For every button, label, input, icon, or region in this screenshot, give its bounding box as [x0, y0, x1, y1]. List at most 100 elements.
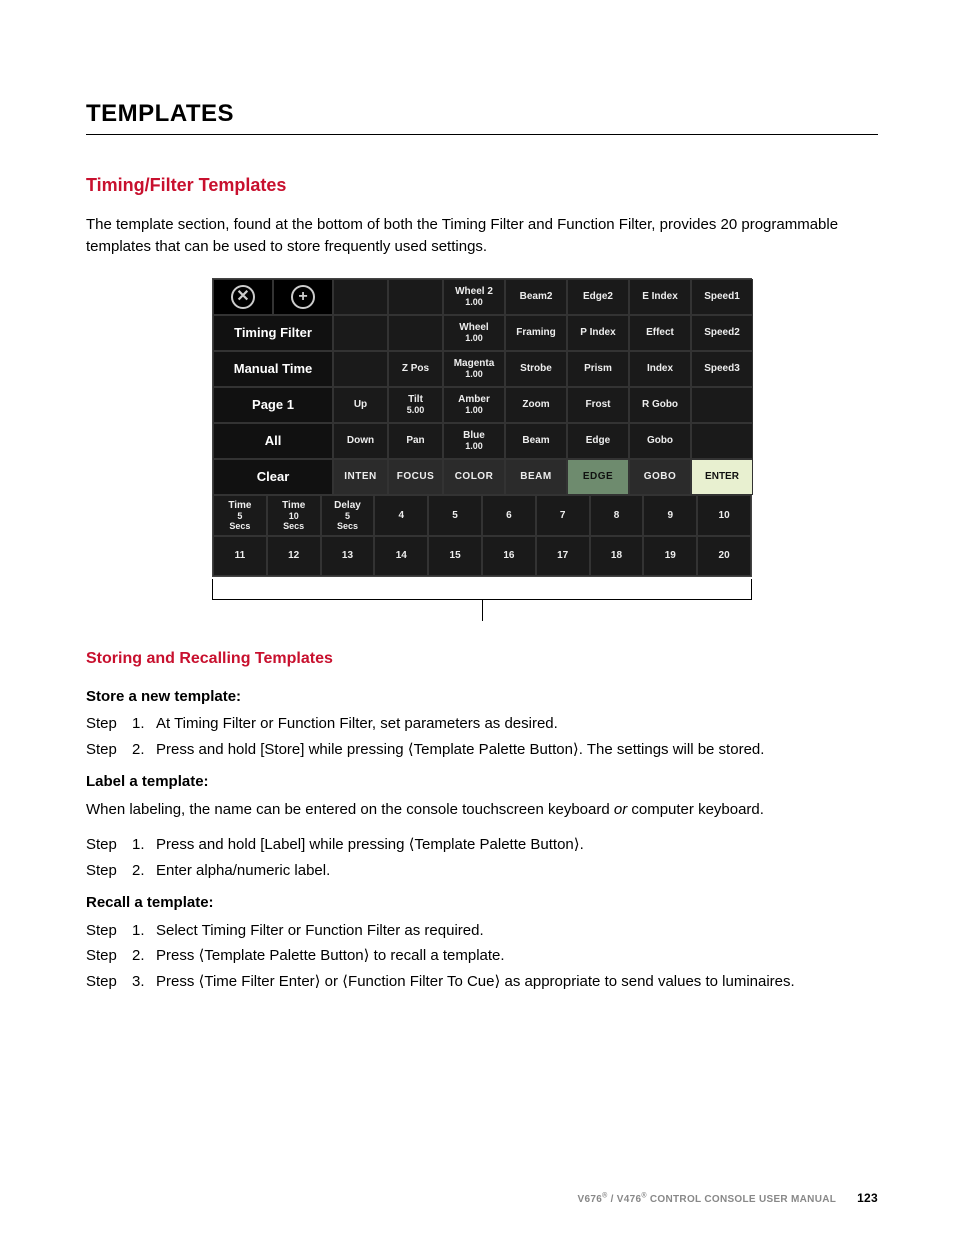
template-button[interactable]: 5	[428, 495, 482, 536]
category-beam[interactable]: BEAM	[505, 459, 567, 495]
recall-step-1: Select Timing Filter or Function Filter …	[156, 920, 484, 942]
timing-filter-label[interactable]: Timing Filter	[213, 315, 333, 351]
step-label: Step	[86, 713, 132, 735]
step-number: 2.	[132, 739, 156, 761]
param-cell[interactable]: Blue1.00	[443, 423, 505, 459]
param-cell[interactable]: Effect	[629, 315, 691, 351]
template-button[interactable]: 16	[482, 536, 536, 576]
param-cell[interactable]: Pan	[388, 423, 443, 459]
param-cell[interactable]: E Index	[629, 279, 691, 315]
heading-rule	[86, 134, 878, 135]
param-cell[interactable]: Zoom	[505, 387, 567, 423]
all-button[interactable]: All	[213, 423, 333, 459]
category-focus[interactable]: FOCUS	[388, 459, 443, 495]
step-label: Step	[86, 945, 132, 967]
label-heading: Label a template:	[86, 771, 878, 793]
param-cell[interactable]	[691, 387, 753, 423]
param-cell[interactable]: P Index	[567, 315, 629, 351]
template-button[interactable]: 4	[374, 495, 428, 536]
timing-filter-panel: ✕+ Wheel 21.00Beam2Edge2E IndexSpeed1 Timi…	[212, 278, 752, 577]
param-cell[interactable]	[333, 351, 388, 387]
template-button[interactable]: 6	[482, 495, 536, 536]
store-heading: Store a new template:	[86, 686, 878, 708]
param-cell[interactable]: Beam	[505, 423, 567, 459]
param-cell[interactable]: R Gobo	[629, 387, 691, 423]
param-cell[interactable]: Beam2	[505, 279, 567, 315]
param-cell[interactable]: Amber1.00	[443, 387, 505, 423]
clear-button[interactable]: Clear	[213, 459, 333, 495]
template-button[interactable]: 9	[643, 495, 697, 536]
param-cell[interactable]	[333, 315, 388, 351]
param-cell[interactable]	[333, 279, 388, 315]
add-icon[interactable]: +	[273, 279, 333, 315]
param-cell[interactable]: Tilt5.00	[388, 387, 443, 423]
template-button[interactable]: 19	[643, 536, 697, 576]
param-cell[interactable]: Index	[629, 351, 691, 387]
param-cell[interactable]: Magenta1.00	[443, 351, 505, 387]
template-button[interactable]: 15	[428, 536, 482, 576]
close-icon[interactable]: ✕	[213, 279, 273, 315]
template-button[interactable]: Time10Secs	[267, 495, 321, 536]
param-cell[interactable]: Edge	[567, 423, 629, 459]
template-button[interactable]: 7	[536, 495, 590, 536]
category-edge[interactable]: EDGE	[567, 459, 629, 495]
param-cell[interactable]: Frost	[567, 387, 629, 423]
param-cell[interactable]	[388, 279, 443, 315]
category-color[interactable]: COLOR	[443, 459, 505, 495]
step-number: 1.	[132, 834, 156, 856]
step-number: 2.	[132, 860, 156, 882]
step-label: Step	[86, 920, 132, 942]
page-footer: V676® / V476® CONTROL CONSOLE USER MANUA…	[578, 1191, 878, 1205]
param-cell[interactable]: Wheel1.00	[443, 315, 505, 351]
template-button[interactable]: 12	[267, 536, 321, 576]
template-button[interactable]: 17	[536, 536, 590, 576]
param-cell[interactable]: Speed2	[691, 315, 753, 351]
store-step-2: Press and hold [Store] while pressing ⟨T…	[156, 739, 764, 761]
template-button[interactable]: 13	[321, 536, 375, 576]
param-cell[interactable]: Gobo	[629, 423, 691, 459]
param-cell[interactable]: Up	[333, 387, 388, 423]
template-button[interactable]: 20	[697, 536, 751, 576]
param-cell[interactable]: Prism	[567, 351, 629, 387]
template-button[interactable]: Delay5Secs	[321, 495, 375, 536]
page-title: TEMPLATES	[86, 100, 878, 128]
label-paragraph: When labeling, the name can be entered o…	[86, 799, 878, 821]
intro-paragraph: The template section, found at the botto…	[86, 214, 878, 258]
step-label: Step	[86, 739, 132, 761]
param-cell[interactable]	[691, 423, 753, 459]
category-enter[interactable]: ENTER	[691, 459, 753, 495]
label-step-2: Enter alpha/numeric label.	[156, 860, 330, 882]
template-button[interactable]: Time5Secs	[213, 495, 267, 536]
param-cell[interactable]: Down	[333, 423, 388, 459]
label-step-1: Press and hold [Label] while pressing ⟨T…	[156, 834, 584, 856]
param-cell[interactable]	[388, 315, 443, 351]
section-storing-recalling: Storing and Recalling Templates	[86, 650, 878, 668]
param-cell[interactable]: Edge2	[567, 279, 629, 315]
category-gobo[interactable]: GOBO	[629, 459, 691, 495]
recall-step-3: Press ⟨Time Filter Enter⟩ or ⟨Function F…	[156, 971, 795, 993]
category-inten[interactable]: INTEN	[333, 459, 388, 495]
param-cell[interactable]: Z Pos	[388, 351, 443, 387]
param-cell[interactable]: Speed3	[691, 351, 753, 387]
step-number: 1.	[132, 713, 156, 735]
page-number: 123	[857, 1191, 878, 1205]
template-button[interactable]: 18	[590, 536, 644, 576]
template-button[interactable]: 11	[213, 536, 267, 576]
step-label: Step	[86, 971, 132, 993]
page-label[interactable]: Page 1	[213, 387, 333, 423]
manual-time-label[interactable]: Manual Time	[213, 351, 333, 387]
template-button[interactable]: 14	[374, 536, 428, 576]
param-cell[interactable]: Speed1	[691, 279, 753, 315]
template-bracket	[212, 579, 752, 600]
section-timing-filter-templates: Timing/Filter Templates	[86, 175, 878, 196]
recall-step-2: Press ⟨Template Palette Button⟩ to recal…	[156, 945, 505, 967]
step-number: 3.	[132, 971, 156, 993]
param-cell[interactable]: Strobe	[505, 351, 567, 387]
template-button[interactable]: 8	[590, 495, 644, 536]
param-cell[interactable]: Framing	[505, 315, 567, 351]
step-number: 1.	[132, 920, 156, 942]
step-number: 2.	[132, 945, 156, 967]
template-button[interactable]: 10	[697, 495, 751, 536]
step-label: Step	[86, 860, 132, 882]
param-cell[interactable]: Wheel 21.00	[443, 279, 505, 315]
